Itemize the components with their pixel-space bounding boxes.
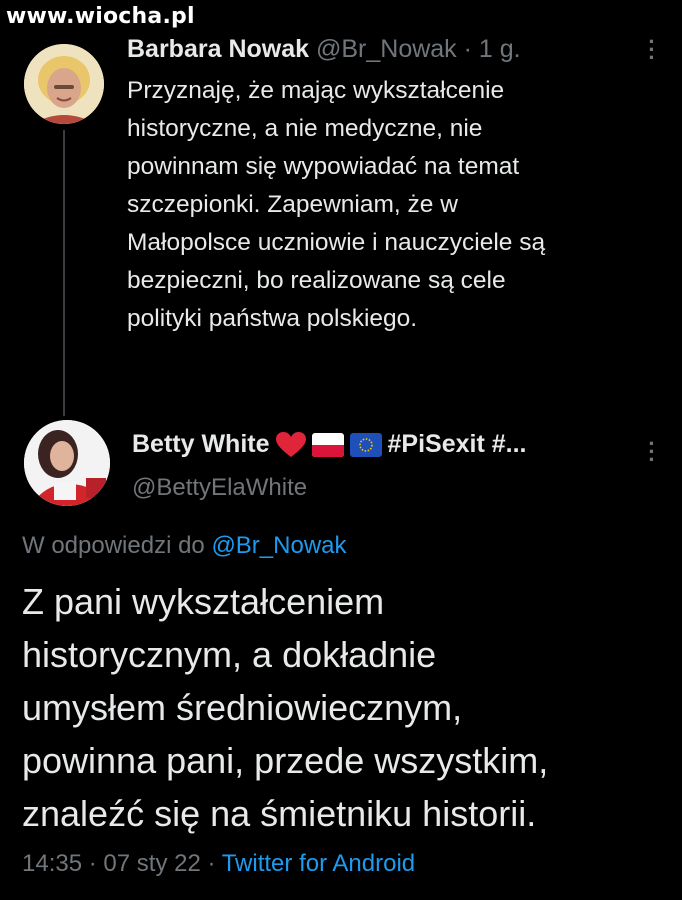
poland-flag-icon [311, 432, 344, 457]
tweet-text-line: szczepionki. Zapewniam, że w [127, 191, 458, 218]
tweet-text-line: historyczne, a nie medyczne, nie [127, 115, 483, 142]
author-name[interactable]: Barbara Nowak [127, 35, 309, 63]
avatar[interactable] [24, 420, 110, 506]
author-handle[interactable]: @Br_Nowak [316, 35, 457, 63]
tweet-text: Przyznaję, że mając wykształcenie histor… [127, 72, 667, 338]
tweet-text-line: Małopolsce uczniowie i nauczyciele są [127, 229, 546, 256]
author-name-suffix: #PiSexit #... [387, 430, 527, 458]
replying-to-link[interactable]: @Br_Nowak [211, 532, 346, 559]
red-heart-icon [275, 431, 306, 457]
tweet-source-link[interactable]: Twitter for Android [222, 850, 415, 877]
tweet-text-line: powinna pani, przede wszystkim, [22, 740, 549, 781]
replying-to: W odpowiedzi do @Br_Nowak [22, 532, 347, 560]
tweet-text-line: historycznym, a dokładnie [22, 634, 437, 675]
watermark: www.wiocha.pl [6, 4, 195, 29]
tweet-date[interactable]: 07 sty 22 [103, 850, 200, 877]
tweet-meta: 14:35 · 07 sty 22 · Twitter for Android [22, 850, 415, 878]
tweet-header: Betty White #PiSexit #... [132, 430, 526, 459]
tweet-time[interactable]: 14:35 [22, 850, 82, 877]
separator: · [88, 850, 97, 877]
tweet-text-line: bezpieczni, bo realizowane są cele [127, 267, 506, 294]
tweet-text: Z pani wykształceniem historycznym, a do… [22, 575, 672, 840]
tweet-text-line: powinnam się wypowiadać na temat [127, 153, 520, 180]
tweet-text-line: Przyznaję, że mając wykształcenie [127, 77, 505, 104]
replying-prefix: W odpowiedzi do [22, 532, 205, 559]
avatar-portrait-icon [24, 44, 104, 124]
author-handle[interactable]: @BettyElaWhite [132, 474, 307, 502]
separator: · [463, 35, 472, 63]
tweet-text-line: Z pani wykształceniem [22, 581, 385, 622]
timestamp[interactable]: 1 g. [479, 35, 521, 63]
more-options-icon[interactable]: · · · [645, 433, 659, 471]
tweet-header: Barbara Nowak @Br_Nowak · 1 g. [127, 35, 521, 64]
tweet-text-line: polityki państwa polskiego. [127, 305, 418, 332]
tweet-text-line: znaleźć się na śmietniku historii. [22, 793, 537, 834]
avatar[interactable] [24, 44, 104, 124]
avatar-portrait-icon [24, 420, 110, 506]
author-name[interactable]: Betty White [132, 430, 270, 459]
more-options-icon[interactable]: · · · [645, 31, 659, 69]
thread-connector [63, 130, 65, 416]
tweet-text-line: umysłem średniowiecznym, [22, 687, 463, 728]
separator: · [207, 850, 216, 877]
eu-flag-icon [349, 432, 382, 457]
